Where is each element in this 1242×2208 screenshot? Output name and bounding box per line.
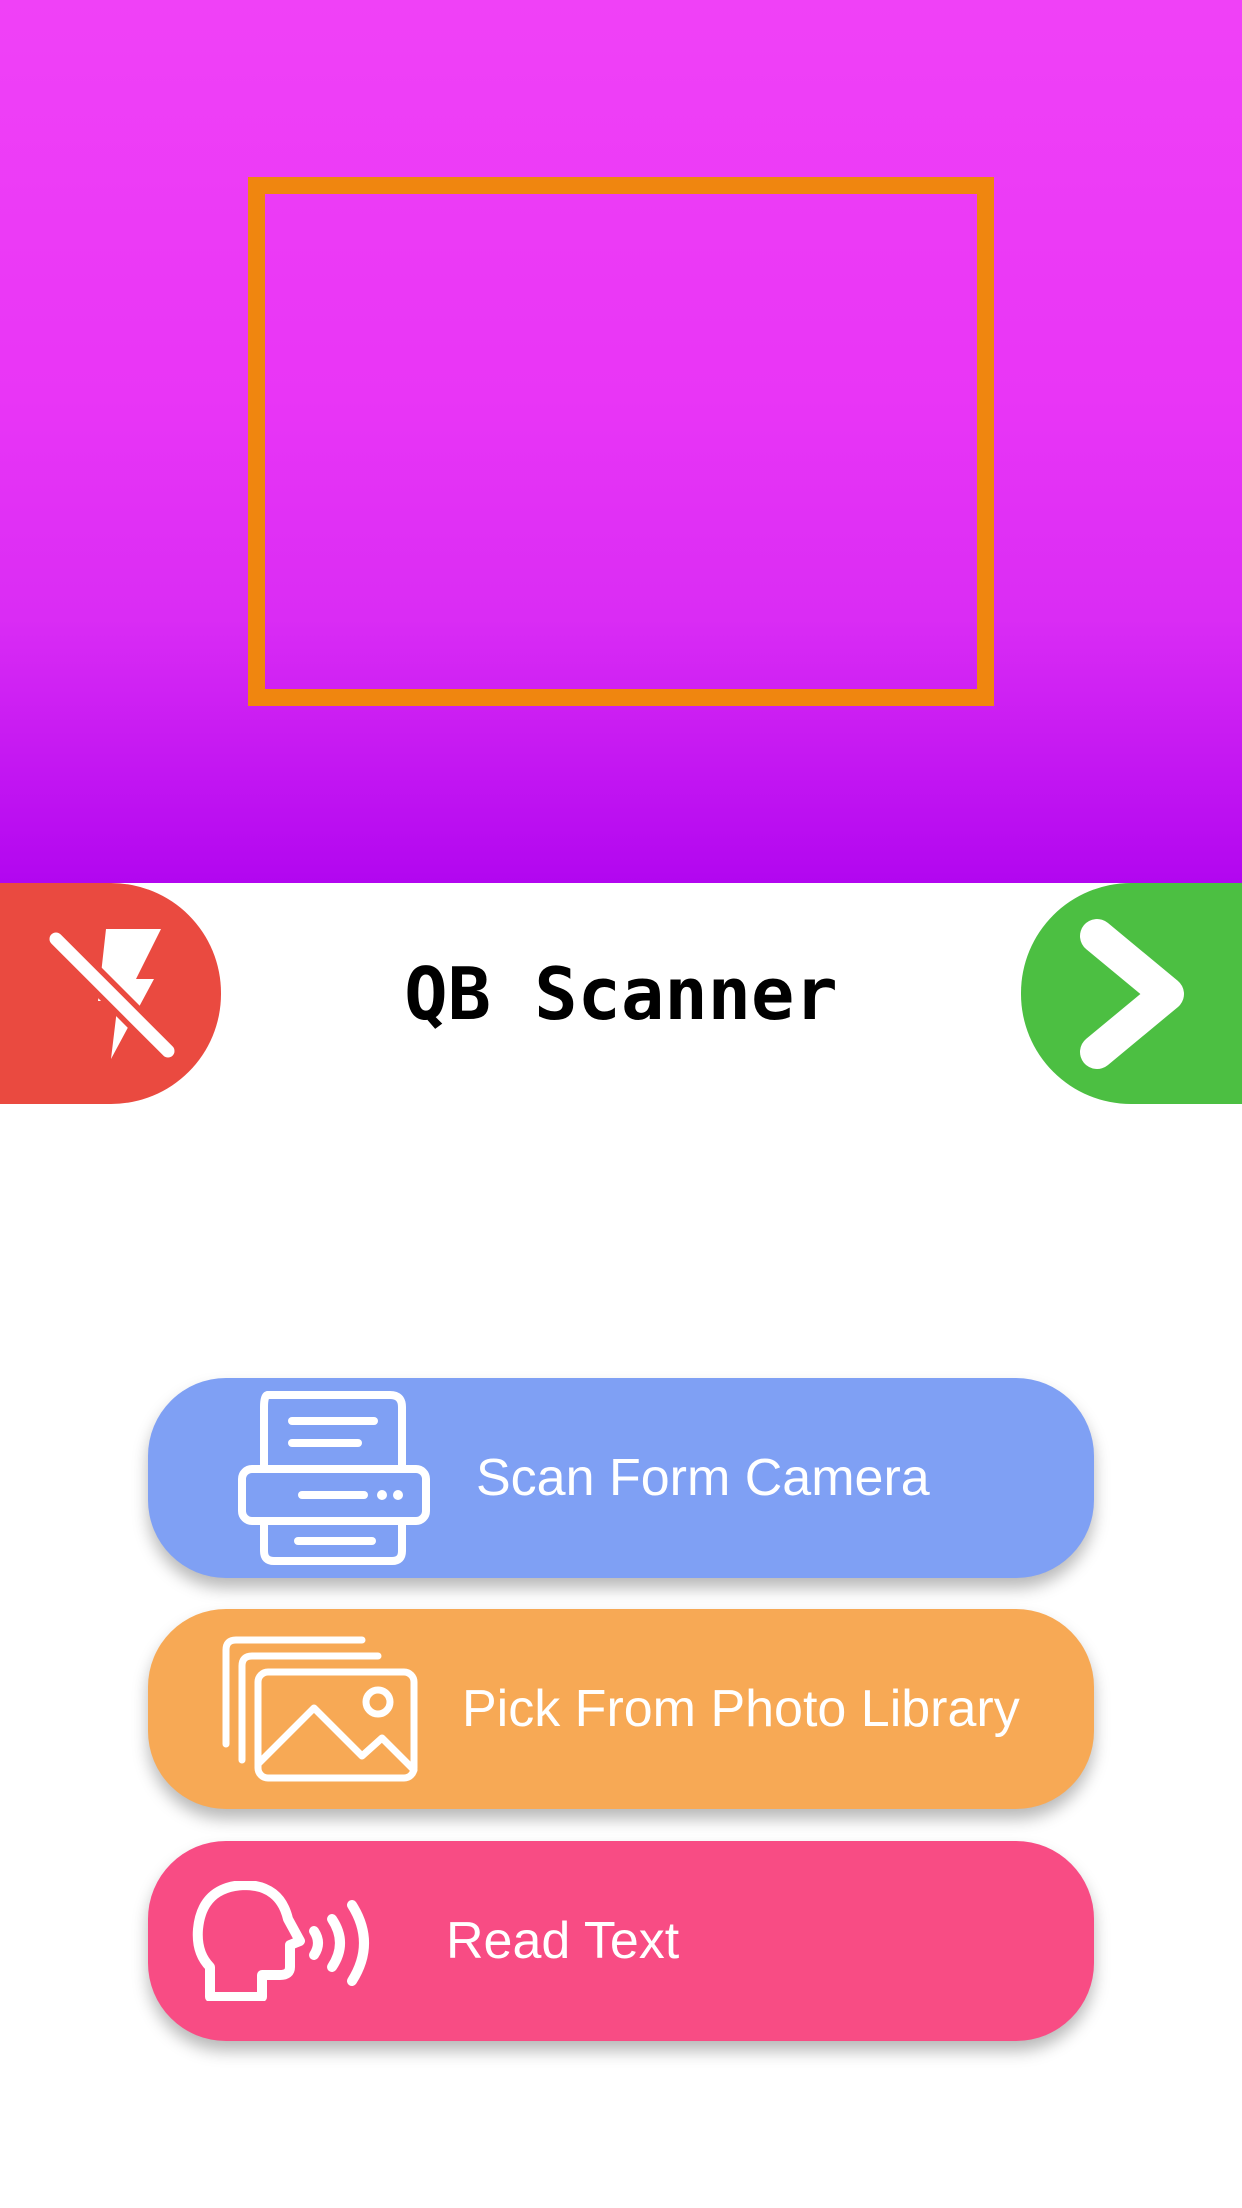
camera-preview bbox=[0, 0, 1242, 883]
scan-from-camera-button[interactable]: Scan Form Camera bbox=[148, 1378, 1094, 1578]
pick-from-photo-library-button[interactable]: Pick From Photo Library bbox=[148, 1609, 1094, 1809]
app-title: QB Scanner bbox=[404, 951, 838, 1036]
flash-off-icon bbox=[43, 926, 180, 1063]
scan-frame bbox=[248, 177, 994, 706]
scanner-icon bbox=[238, 1378, 430, 1578]
photo-library-icon bbox=[222, 1609, 418, 1809]
read-text-button[interactable]: Read Text bbox=[148, 1841, 1094, 2041]
pick-from-photo-library-label: Pick From Photo Library bbox=[462, 1680, 1020, 1738]
header-bar: QB Scanner bbox=[0, 883, 1242, 1104]
flash-toggle-button[interactable] bbox=[0, 883, 221, 1104]
scan-from-camera-label: Scan Form Camera bbox=[476, 1449, 930, 1507]
next-button[interactable] bbox=[1021, 883, 1242, 1104]
read-text-label: Read Text bbox=[446, 1912, 680, 1970]
chevron-right-icon bbox=[1079, 918, 1184, 1069]
speaking-head-icon bbox=[192, 1841, 378, 2041]
